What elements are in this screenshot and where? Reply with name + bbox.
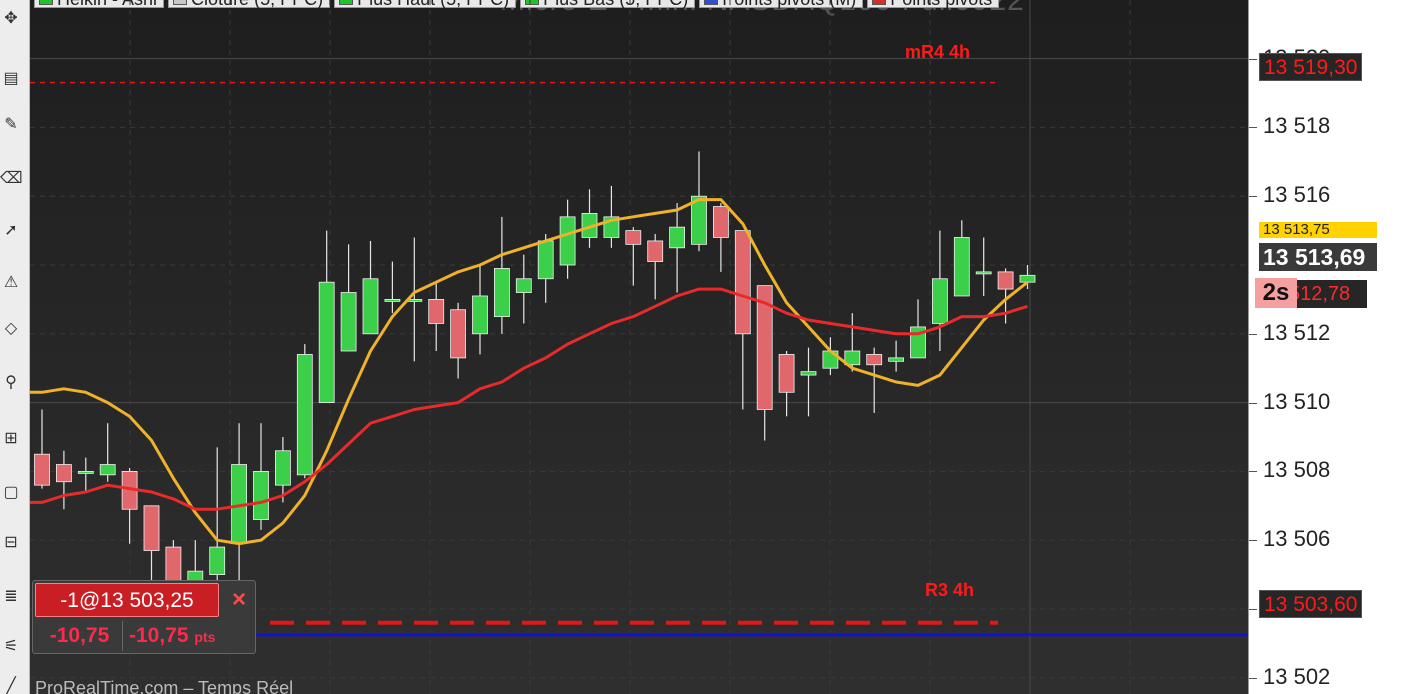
candle-body bbox=[559, 216, 576, 266]
price-chart[interactable]: Micro E - mini NASDAQ100 Full0922 Heikin… bbox=[30, 0, 1248, 694]
candle-body bbox=[515, 278, 532, 293]
candle-body bbox=[647, 240, 664, 262]
level-label-r3: R3 4h bbox=[925, 580, 975, 600]
candle-body bbox=[493, 268, 510, 318]
indicator-icon[interactable]: ⚟ bbox=[0, 636, 22, 658]
candle-body bbox=[318, 281, 335, 404]
price-tick-mark bbox=[1249, 540, 1257, 542]
candle-body bbox=[450, 309, 467, 359]
add-line-icon[interactable]: ⊞ bbox=[0, 428, 22, 450]
price-tick-label: 13 518 bbox=[1263, 113, 1331, 139]
pnl-points: -10,75 bbox=[37, 621, 123, 651]
ruler-icon[interactable]: ◇ bbox=[0, 318, 22, 340]
moving-averages bbox=[30, 198, 1029, 546]
price-tag-mr4: 13 519,30 bbox=[1259, 53, 1363, 81]
candle-body bbox=[428, 298, 445, 324]
pnl-value: -10,75 pts bbox=[129, 621, 255, 651]
candle-body bbox=[669, 226, 685, 249]
add-rect-icon[interactable]: ▢ bbox=[0, 482, 22, 504]
bar-countdown: 2s bbox=[1255, 278, 1297, 308]
price-axis[interactable]: 13 52013 51813 51613 51213 51013 50813 5… bbox=[1248, 0, 1406, 694]
candle-body bbox=[778, 354, 795, 393]
close-icon[interactable]: × bbox=[225, 585, 253, 615]
price-tag-last: 13 513,69 bbox=[1259, 243, 1377, 271]
crosshair-icon[interactable]: ✥ bbox=[0, 8, 22, 30]
candle-body bbox=[384, 298, 401, 302]
candle-body bbox=[296, 354, 313, 476]
level-label-mr4: mR4 4h bbox=[905, 42, 971, 62]
candle-body bbox=[209, 546, 226, 576]
price-tick-mark bbox=[1249, 127, 1257, 129]
moving-average-fast bbox=[30, 198, 1029, 546]
drawing-toolbar: ✥ ▤ ✎ ⌫ ➚ ⚠ ◇ ⚲ ⊞ ▢ ⊟ ≣ ⚟ ╱ bbox=[0, 0, 30, 694]
candle-body bbox=[55, 464, 72, 483]
price-tag-moving-average: 512,78 bbox=[1285, 280, 1367, 308]
moving-average-slow bbox=[30, 287, 1028, 511]
cursor-icon[interactable]: ➚ bbox=[0, 220, 22, 242]
candle-body bbox=[997, 271, 1014, 290]
brush-icon[interactable]: ✎ bbox=[0, 114, 22, 136]
candles bbox=[34, 151, 1036, 630]
price-tag-r3: 13 503,60 bbox=[1259, 590, 1363, 618]
candle-body bbox=[800, 371, 817, 376]
candle-body bbox=[77, 470, 94, 474]
price-tick-label: 13 512 bbox=[1263, 319, 1331, 345]
candle-body bbox=[866, 354, 883, 366]
candle-body bbox=[625, 230, 642, 245]
candle-body bbox=[975, 271, 992, 275]
candle-body bbox=[34, 453, 50, 486]
price-tick-mark bbox=[1249, 677, 1257, 679]
add-channel-icon[interactable]: ⊟ bbox=[0, 532, 22, 554]
pnl-unit: pts bbox=[194, 629, 216, 645]
document-icon[interactable]: ▤ bbox=[0, 68, 22, 90]
candle-body bbox=[734, 230, 751, 335]
price-tag-ask: 13 513,75 bbox=[1259, 222, 1377, 238]
price-tick-mark bbox=[1249, 471, 1257, 473]
candle-body bbox=[953, 237, 970, 297]
price-tick-label: 13 510 bbox=[1263, 388, 1331, 414]
price-tick-label: 13 516 bbox=[1263, 182, 1331, 208]
price-tick-label: 13 508 bbox=[1263, 457, 1331, 483]
candle-body bbox=[253, 470, 269, 520]
candle-body bbox=[362, 278, 379, 335]
price-tick-label: 13 502 bbox=[1263, 663, 1331, 689]
pin-icon[interactable]: ⚲ bbox=[0, 372, 22, 394]
price-tick-mark bbox=[1249, 402, 1257, 404]
line-tool-icon[interactable]: ╱ bbox=[0, 676, 22, 694]
candle-body bbox=[888, 357, 904, 362]
candle-body bbox=[143, 505, 160, 551]
position-order-panel: -1@13 503,25 × -10,75 -10,75 pts bbox=[32, 580, 256, 654]
candle-body bbox=[340, 292, 357, 352]
price-tick-mark bbox=[1249, 609, 1257, 610]
order-label-button[interactable]: -1@13 503,25 bbox=[35, 583, 219, 617]
price-tick-mark bbox=[1249, 58, 1257, 60]
bell-icon[interactable]: ⚠ bbox=[0, 272, 22, 294]
price-tick-mark bbox=[1249, 333, 1257, 335]
candle-body bbox=[472, 295, 488, 335]
data-source-footer: ProRealTime.com – Temps Réel bbox=[35, 678, 294, 694]
price-tick-label: 13 506 bbox=[1263, 526, 1331, 552]
fibonacci-icon[interactable]: ≣ bbox=[0, 586, 22, 608]
candle-body bbox=[274, 450, 291, 486]
candle-body bbox=[99, 464, 116, 476]
pnl-value-number: -10,75 bbox=[129, 624, 189, 647]
candle-body bbox=[932, 278, 948, 324]
candle-body bbox=[713, 206, 729, 238]
candle-body bbox=[537, 240, 554, 280]
candle-body bbox=[1019, 274, 1036, 283]
trash-icon[interactable]: ⌫ bbox=[0, 168, 23, 190]
price-tick-mark bbox=[1249, 196, 1257, 198]
